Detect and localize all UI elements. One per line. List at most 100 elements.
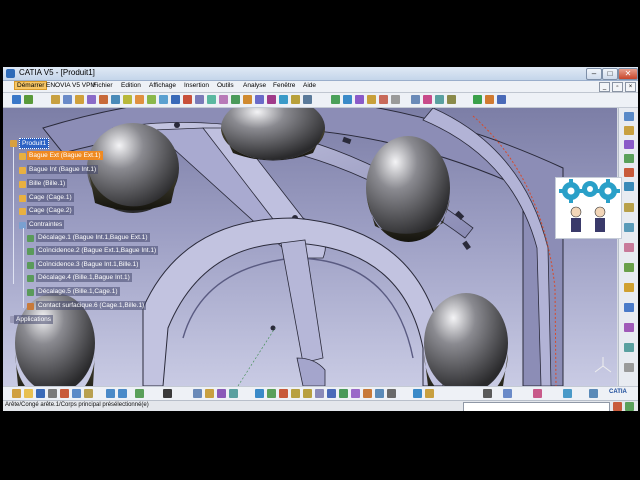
apply-material-icon[interactable] xyxy=(375,389,384,398)
cut-icon[interactable] xyxy=(60,389,69,398)
menu-outils[interactable]: Outils xyxy=(217,82,234,89)
constraints-tool-icon[interactable] xyxy=(624,283,634,292)
render-icon[interactable] xyxy=(624,243,634,252)
command-input[interactable] xyxy=(463,402,610,411)
tree-item-contraintes[interactable]: Contraintes xyxy=(27,220,65,229)
contact-constraint-icon[interactable] xyxy=(243,95,252,104)
kinematics-icon[interactable] xyxy=(624,223,634,232)
explode-icon[interactable] xyxy=(171,95,180,104)
offset-constraint-icon[interactable] xyxy=(255,95,264,104)
sectioning-icon[interactable] xyxy=(195,95,204,104)
tree-constraint-coincidence-3[interactable]: Coïncidence.3 (Bague Int.1,Bille.1) xyxy=(36,260,141,269)
existing-component-icon[interactable] xyxy=(87,95,96,104)
tree-item-applications[interactable]: Applications xyxy=(14,315,54,324)
menu-insertion[interactable]: Insertion xyxy=(184,82,209,89)
redo-icon[interactable] xyxy=(118,389,127,398)
wireframe-icon[interactable] xyxy=(624,154,634,163)
menu-fenetre[interactable]: Fenêtre xyxy=(273,82,295,89)
paste-icon[interactable] xyxy=(84,389,93,398)
replace-icon[interactable] xyxy=(99,95,108,104)
mdi-minimize-icon[interactable]: _ xyxy=(599,82,610,92)
menu-analyse[interactable]: Analyse xyxy=(243,82,266,89)
update-icon[interactable] xyxy=(303,95,312,104)
mdi-restore-icon[interactable]: ▫ xyxy=(612,82,623,92)
hide-icon[interactable] xyxy=(351,389,360,398)
coincidence-constraint-icon[interactable] xyxy=(231,95,240,104)
run-icon[interactable] xyxy=(625,402,634,411)
shading-icon[interactable] xyxy=(435,95,444,104)
normal-view-bottom-icon[interactable] xyxy=(315,389,324,398)
tree-constraint-decalage-1[interactable]: Décalage.1 (Bague Int.1,Bague Ext.1) xyxy=(36,233,150,242)
tree-root-produit[interactable]: Produit1 xyxy=(19,138,50,149)
normal-view-icon[interactable] xyxy=(391,95,400,104)
views-icon[interactable] xyxy=(327,389,336,398)
part-design-icon[interactable] xyxy=(624,140,634,149)
tree-constraint-coincidence-2[interactable]: Coïncidence.2 (Bague Ext.1,Bague Int.1) xyxy=(36,246,159,255)
measure-icon[interactable] xyxy=(219,95,228,104)
new-part-icon[interactable] xyxy=(75,95,84,104)
menu-aide[interactable]: Aide xyxy=(303,82,316,89)
properties-bottom-icon[interactable] xyxy=(387,389,396,398)
space-analysis-icon[interactable] xyxy=(624,323,634,332)
angle-constraint-icon[interactable] xyxy=(267,95,276,104)
measure-between-icon[interactable] xyxy=(413,389,422,398)
zoom-in-bottom-icon[interactable] xyxy=(291,389,300,398)
save-icon[interactable] xyxy=(36,389,45,398)
workbench-icon[interactable] xyxy=(624,112,634,121)
rotate-bottom-icon[interactable] xyxy=(279,389,288,398)
swap-space-icon[interactable] xyxy=(473,95,482,104)
formula-icon[interactable] xyxy=(205,389,214,398)
material-icon[interactable] xyxy=(533,389,542,398)
sketch-icon[interactable] xyxy=(624,168,634,177)
table-icon[interactable] xyxy=(193,389,202,398)
tree-item-bille[interactable]: Bille (Bille.1) xyxy=(27,179,68,188)
bill-of-material-icon[interactable] xyxy=(135,95,144,104)
knowledge-icon[interactable] xyxy=(217,389,226,398)
tree-item-bague-ext[interactable]: Bague Ext (Bague Ext.1) xyxy=(27,151,103,160)
help-icon[interactable] xyxy=(135,389,144,398)
surface-icon[interactable] xyxy=(624,182,634,191)
fly-mode-icon[interactable] xyxy=(163,389,172,398)
catalog-browser-icon[interactable] xyxy=(229,389,238,398)
iso-view-icon[interactable] xyxy=(423,95,432,104)
new-file-icon[interactable] xyxy=(12,389,21,398)
snap-icon[interactable] xyxy=(159,95,168,104)
tree-constraint-decalage-4[interactable]: Décalage.4 (Bille.1,Bague Int.1) xyxy=(36,273,132,282)
fix-together-icon[interactable] xyxy=(291,95,300,104)
multi-view-icon[interactable] xyxy=(411,95,420,104)
distance-icon[interactable] xyxy=(207,95,216,104)
zoom-out-icon[interactable] xyxy=(379,95,388,104)
open-file-icon[interactable] xyxy=(24,389,33,398)
annotation-icon[interactable] xyxy=(624,343,634,352)
product-structure-icon[interactable] xyxy=(624,126,634,135)
tree-constraint-contact-6[interactable]: Contact surfacique.6 (Cage.1,Bille.1) xyxy=(36,301,147,310)
properties-icon[interactable] xyxy=(485,95,494,104)
hide-show-icon[interactable] xyxy=(447,95,456,104)
product-icon[interactable] xyxy=(24,95,33,104)
tool-icon[interactable] xyxy=(624,203,634,212)
swap-icon[interactable] xyxy=(363,389,372,398)
catalog-icon[interactable] xyxy=(624,363,634,372)
move-icon[interactable] xyxy=(624,303,634,312)
render-style-icon[interactable] xyxy=(339,389,348,398)
close-icon[interactable]: ✕ xyxy=(618,68,638,80)
tree-item-cage-2[interactable]: Cage (Cage.2) xyxy=(27,206,74,215)
maximize-icon[interactable]: □ xyxy=(602,68,618,80)
camera-icon[interactable] xyxy=(483,389,492,398)
macro-icon[interactable] xyxy=(497,95,506,104)
fix-constraint-icon[interactable] xyxy=(279,95,288,104)
fit-all-bottom-icon[interactable] xyxy=(255,389,264,398)
rotate-icon[interactable] xyxy=(355,95,364,104)
menu-fichier[interactable]: Fichier xyxy=(93,82,113,89)
snapshot-icon[interactable] xyxy=(503,389,512,398)
menu-enovia[interactable]: ENOVIA V5 VPM xyxy=(46,82,96,89)
generate-numbering-icon[interactable] xyxy=(123,95,132,104)
select-icon[interactable] xyxy=(12,95,21,104)
new-product-icon[interactable] xyxy=(63,95,72,104)
stop-icon[interactable] xyxy=(613,402,622,411)
eraser-icon[interactable] xyxy=(589,389,598,398)
pan-bottom-icon[interactable] xyxy=(267,389,276,398)
tree-item-bague-int[interactable]: Bague Int (Bague Int.1) xyxy=(27,165,99,174)
tree-constraint-decalage-5[interactable]: Décalage.5 (Bille.1,Cage.1) xyxy=(36,287,120,296)
zoom-in-icon[interactable] xyxy=(367,95,376,104)
